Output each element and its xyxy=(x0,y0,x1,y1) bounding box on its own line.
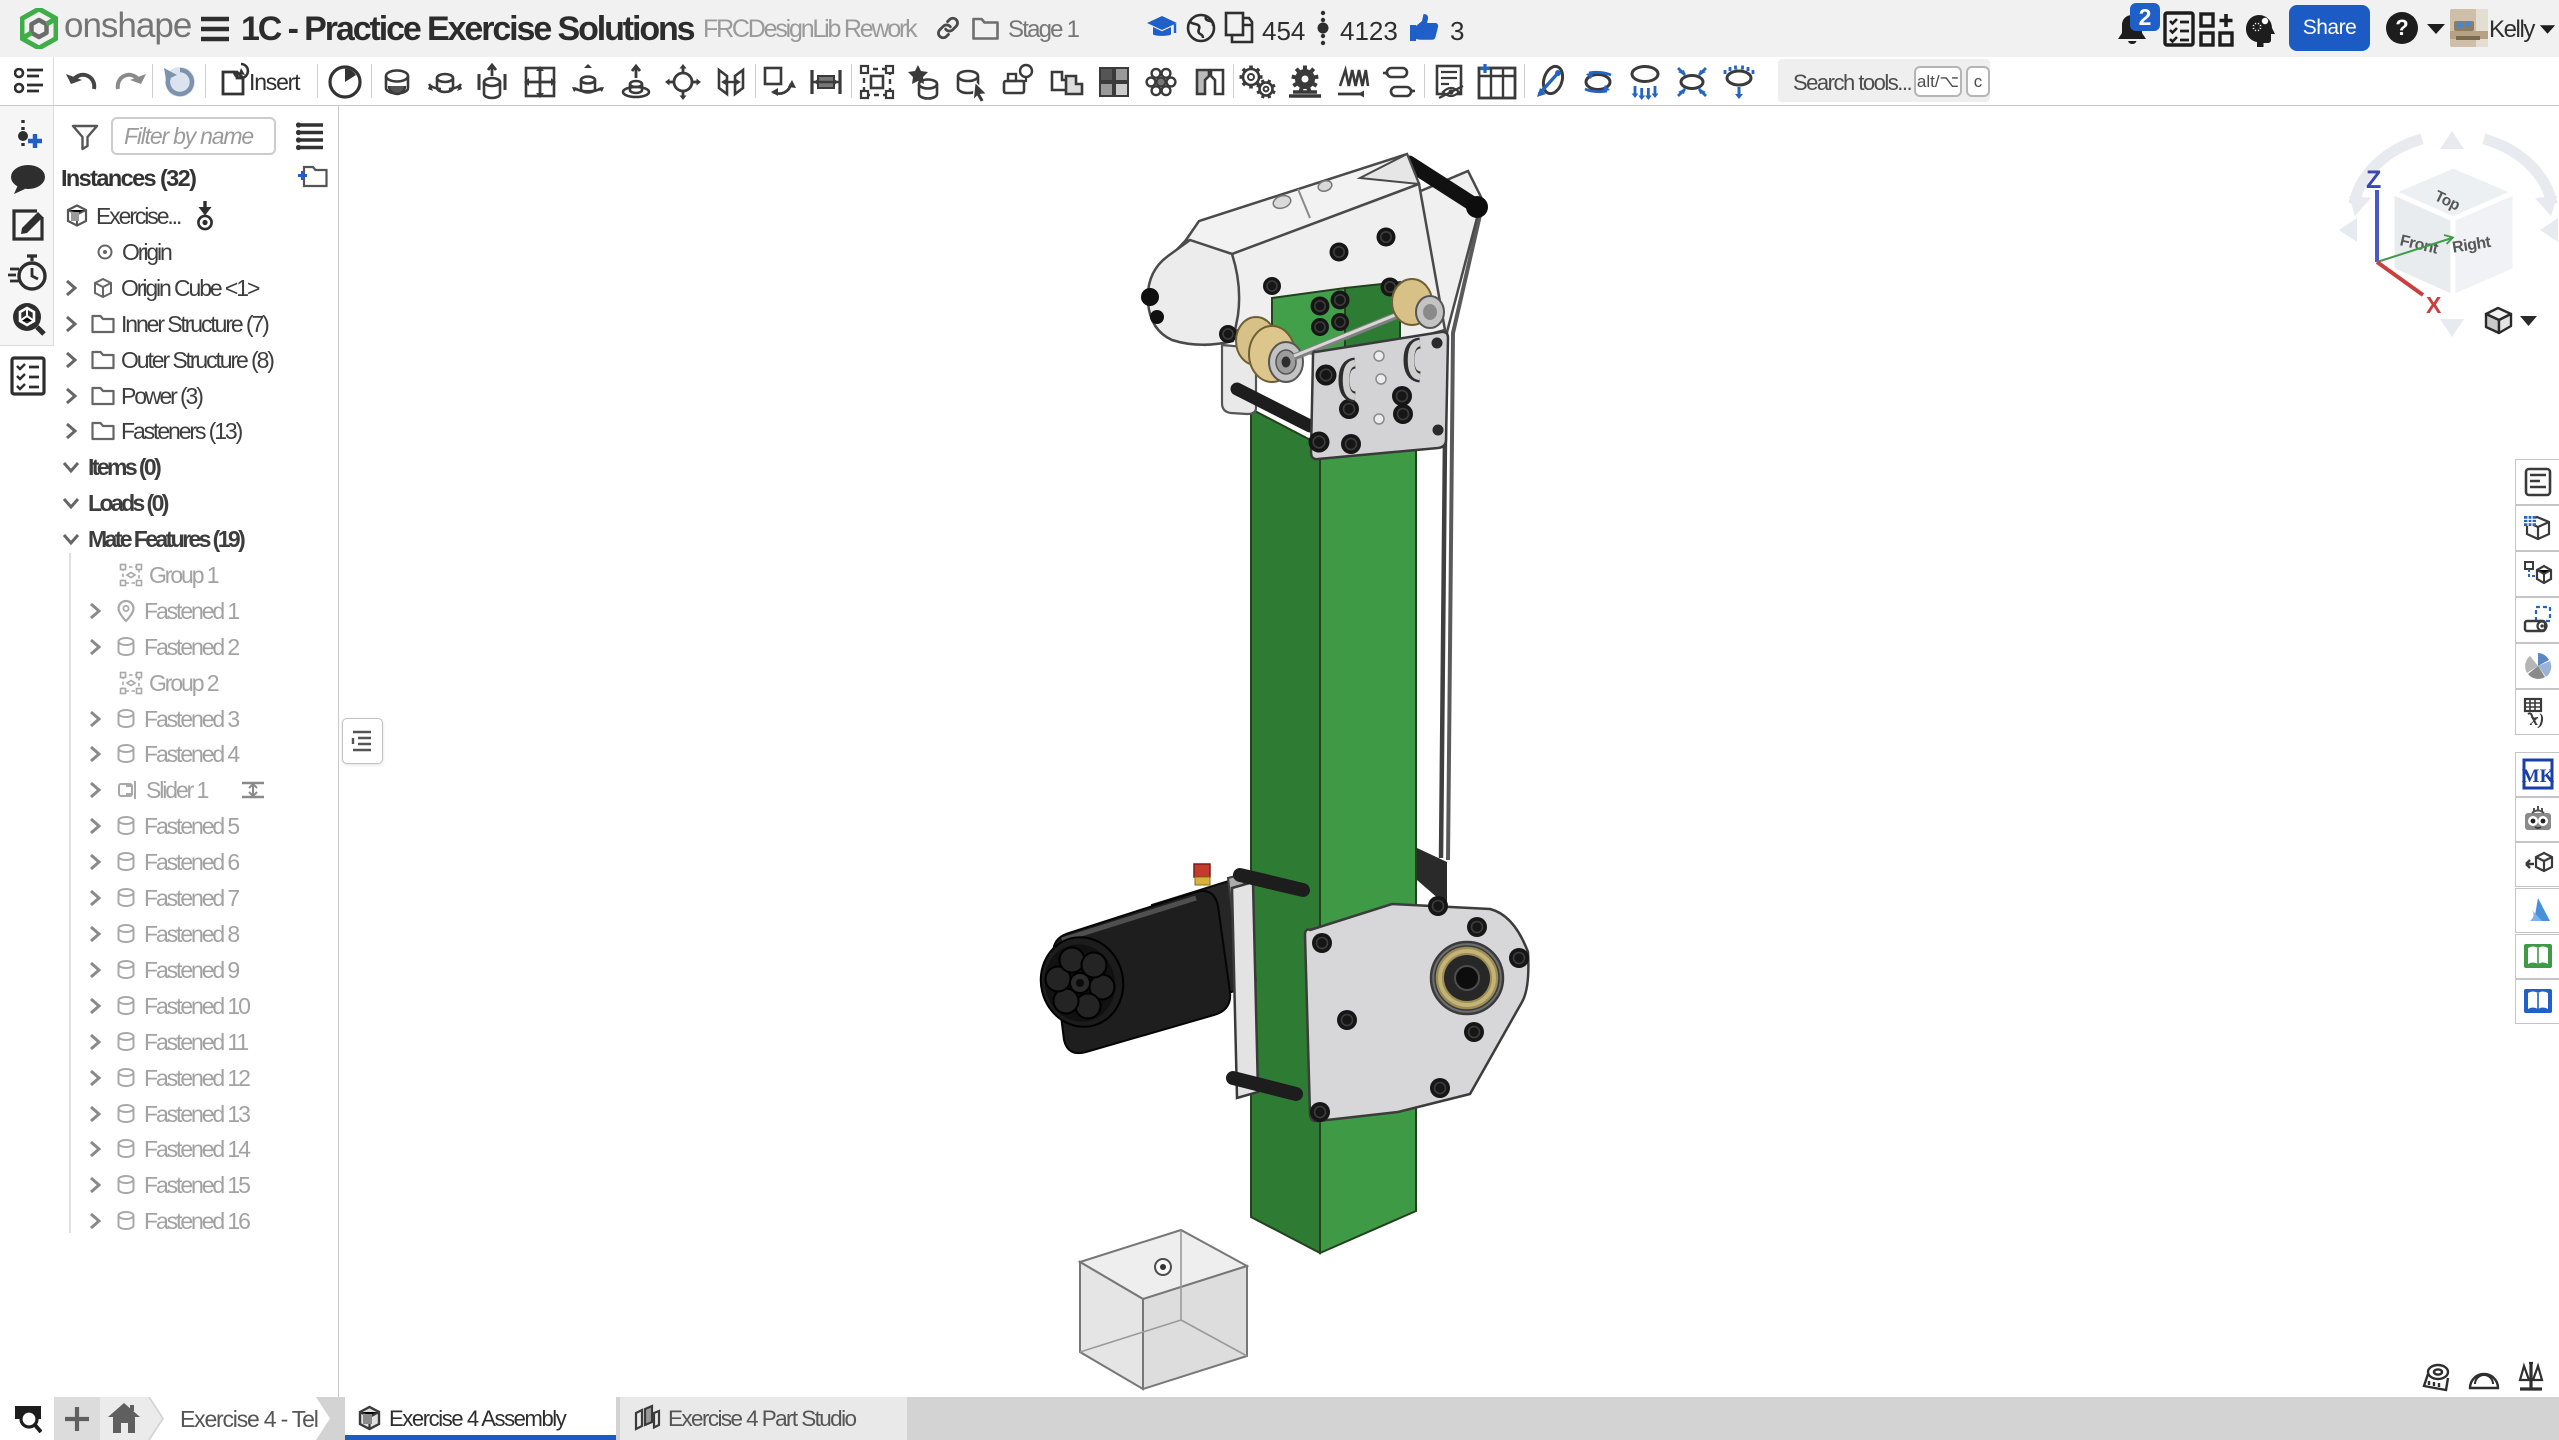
svg-text:X: X xyxy=(2426,292,2442,318)
svg-text:MK: MK xyxy=(2522,766,2554,787)
svg-text:?: ? xyxy=(2395,15,2408,40)
svg-text:x): x) xyxy=(2529,710,2544,728)
svg-text:Z: Z xyxy=(2366,166,2381,194)
